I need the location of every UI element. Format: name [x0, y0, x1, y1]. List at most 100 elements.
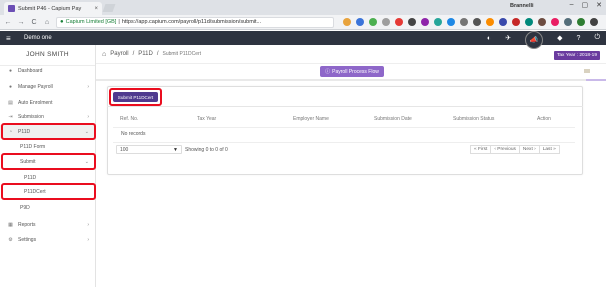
extensions-row — [343, 18, 598, 26]
sidebar-item-p9d[interactable]: P9D — [0, 201, 96, 214]
last-page-button[interactable]: Last » — [538, 145, 560, 154]
help-icon[interactable]: ? — [577, 35, 581, 42]
forward-icon[interactable]: → — [17, 19, 25, 26]
sidebar-item-reports[interactable]: ▦ Reports › — [0, 218, 96, 231]
extension-icon[interactable] — [499, 18, 507, 26]
extension-icon[interactable] — [356, 18, 364, 26]
chevron-right-icon: › — [87, 83, 89, 90]
close-window-icon[interactable]: ✕ — [596, 1, 602, 9]
extension-icon[interactable] — [369, 18, 377, 26]
browser-profile-name[interactable]: Brannelli — [510, 3, 534, 9]
sidebar-item-label: P11DCert — [24, 188, 46, 195]
column-header-submission-date[interactable]: Submission Date — [374, 116, 412, 122]
sidebar-item-submission[interactable]: ⇥ Submission › — [0, 110, 96, 123]
first-page-button[interactable]: « First — [470, 145, 492, 154]
extension-icon[interactable] — [408, 18, 416, 26]
info-icon: ⓘ — [325, 69, 331, 75]
url-text[interactable]: https://app.capium.com/payroll/p11d/subm… — [122, 19, 261, 25]
enrolment-icon: ▤ — [8, 99, 13, 106]
mail-icon[interactable] — [551, 18, 559, 26]
company-name[interactable]: Demo one — [24, 35, 52, 41]
extension-icon[interactable] — [525, 18, 533, 26]
tab-close-icon[interactable]: × — [94, 6, 98, 12]
page-size-value: 100 — [120, 146, 129, 153]
sidebar-item-submit-p11dcert[interactable]: P11DCert — [0, 185, 96, 198]
sidebar-item-manage-payroll[interactable]: ● Manage Payroll › — [0, 80, 96, 93]
extension-icon[interactable] — [486, 18, 494, 26]
breadcrumb-separator: / — [156, 51, 159, 57]
column-header-submission-status[interactable]: Submission Status — [453, 116, 494, 122]
diamond-icon[interactable]: ◆ — [557, 34, 562, 42]
breadcrumb-current: Submit P11DCert — [162, 51, 202, 57]
page-size-select[interactable]: 100 ▼ — [116, 145, 182, 154]
back-icon[interactable]: ← — [4, 19, 12, 26]
sidebar-item-label: Settings — [18, 236, 37, 243]
tab-title: Submit P46 - Capium Pay — [18, 5, 82, 12]
star-icon[interactable] — [343, 18, 351, 26]
column-header-ref-no[interactable]: Ref. No. — [120, 116, 138, 122]
column-header-employer-name[interactable]: Employer Name — [293, 116, 329, 122]
sidebar-item-label: P11D Form — [20, 143, 46, 150]
reload-icon[interactable]: C — [30, 19, 38, 26]
minimize-icon[interactable]: – — [570, 1, 574, 9]
lock-icon: ● — [60, 19, 64, 25]
progress-line — [96, 79, 606, 81]
extension-icon[interactable] — [447, 18, 455, 26]
sidebar-item-settings[interactable]: ⚙ Settings › — [0, 233, 96, 246]
tax-year-badge[interactable]: Tax Year : 2018-19 — [553, 51, 600, 60]
browser-tabstrip: Submit P46 - Capium Pay × Brannelli – ▢ … — [0, 0, 606, 15]
sidebar-item-dashboard[interactable]: ● Dashboard — [0, 64, 96, 77]
sidebar-item-submit[interactable]: Submit ⌄ — [0, 155, 96, 168]
previous-page-button[interactable]: ‹ Previous — [490, 145, 520, 154]
next-page-button[interactable]: Next › — [518, 145, 540, 154]
submit-p11dcert-button[interactable]: Submit P11DCert — [113, 92, 158, 102]
secure-label: Capium Limited [GB] — [65, 19, 117, 25]
sidebar-item-p11d-form[interactable]: P11D Form — [0, 140, 96, 153]
opera-icon[interactable] — [395, 18, 403, 26]
chevron-down-icon: ▼ — [173, 146, 178, 153]
extension-icon[interactable] — [434, 18, 442, 26]
home-icon[interactable]: ⌂ — [43, 19, 51, 26]
user-icon: ● — [8, 83, 13, 90]
extension-icon[interactable] — [538, 18, 546, 26]
sidebar-item-label: Dashboard — [18, 67, 43, 74]
extension-icon[interactable] — [421, 18, 429, 26]
url-separator: | — [118, 19, 120, 25]
menu-dots-icon[interactable] — [590, 18, 598, 26]
sidebar-item-label: Manage Payroll — [18, 83, 53, 90]
payroll-process-flow-button[interactable]: ⓘ Payroll Process Flow — [320, 66, 384, 77]
new-tab-button[interactable] — [102, 4, 116, 12]
breadcrumb-p11d[interactable]: P11D — [138, 51, 153, 57]
extension-icon[interactable] — [577, 18, 585, 26]
chevron-right-icon: › — [87, 221, 89, 228]
chevron-down-icon: ⌄ — [84, 128, 89, 135]
theme-icon[interactable]: ◐ — [487, 35, 491, 42]
hamburger-menu-icon[interactable]: ≡ — [6, 34, 16, 43]
sidebar-item-submit-p11d[interactable]: P11D — [0, 171, 96, 184]
power-icon[interactable]: ⏻ — [594, 34, 600, 42]
breadcrumb-payroll[interactable]: Payroll — [110, 51, 128, 57]
extension-icon[interactable] — [382, 18, 390, 26]
gear-icon[interactable] — [473, 18, 481, 26]
send-icon[interactable]: ✈ — [505, 34, 511, 42]
camera-icon[interactable] — [460, 18, 468, 26]
grid-divider — [113, 127, 575, 128]
sidebar-item-label: P9D — [20, 204, 30, 211]
maximize-icon[interactable]: ▢ — [582, 1, 589, 9]
breadcrumb-separator: / — [132, 51, 135, 57]
column-header-tax-year[interactable]: Tax Year — [197, 116, 216, 122]
home-icon[interactable]: ⌂ — [102, 51, 106, 58]
extension-icon[interactable] — [512, 18, 520, 26]
dashboard-icon: ● — [8, 67, 13, 74]
sidebar-item-p11d[interactable]: ◔ P11D ⌄ — [0, 125, 96, 138]
browser-tab[interactable]: Submit P46 - Capium Pay × — [4, 2, 102, 15]
extension-icon[interactable] — [564, 18, 572, 26]
chevron-right-icon: › — [87, 113, 89, 120]
capium-favicon-icon — [8, 5, 15, 12]
collapse-tab[interactable] — [584, 69, 590, 73]
sidebar-item-auto-enrolment[interactable]: ▤ Auto Enrolment — [0, 96, 96, 109]
sidebar-item-label: Submit — [20, 158, 36, 165]
grid-header: Ref. No. Tax Year Employer Name Submissi… — [113, 116, 575, 126]
window-controls: – ▢ ✕ — [570, 1, 602, 9]
address-bar[interactable]: ● Capium Limited [GB] | https://app.capi… — [56, 16, 334, 28]
